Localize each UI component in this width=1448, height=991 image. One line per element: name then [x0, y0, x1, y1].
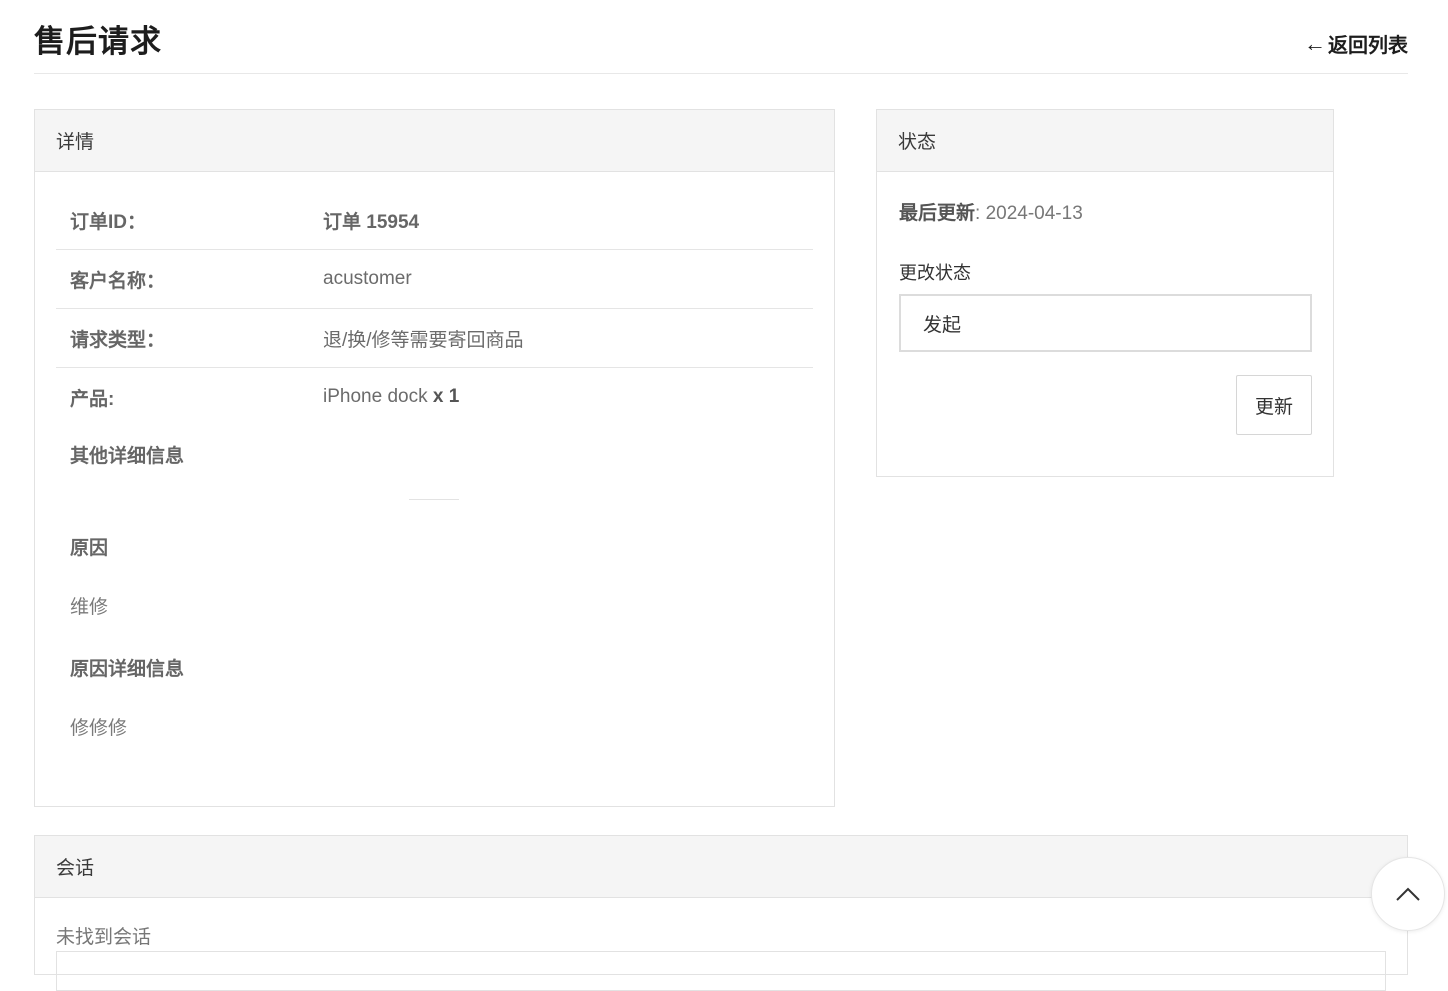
customer-name-value: acustomer [323, 268, 412, 289]
arrow-left-icon: ← [1304, 30, 1326, 56]
details-panel-heading: 详情 [35, 110, 834, 172]
reason-title: 原因 [70, 538, 109, 559]
page-title: 售后请求 [34, 24, 162, 59]
request-type-label: 请求类型： [70, 329, 166, 351]
no-conversation-text: 未找到会话 [56, 927, 152, 948]
status-select[interactable]: 发起 [899, 294, 1312, 352]
other-info-title: 其他详细信息 [70, 446, 185, 467]
reason-detail-title: 原因详细信息 [70, 659, 185, 680]
product-value: iPhone dock x 1 [323, 386, 459, 408]
request-type-value: 退/换/修等需要寄回商品 [323, 329, 524, 351]
product-quantity: x 1 [432, 386, 460, 407]
scroll-to-top-button[interactable] [1371, 857, 1445, 931]
conversation-box [56, 951, 1386, 991]
table-row: 产品: iPhone dock x 1 [56, 368, 813, 426]
reason-value: 维修 [70, 597, 109, 618]
table-row: 请求类型： 退/换/修等需要寄回商品 [56, 309, 813, 368]
last-update-value: : 2024-04-13 [975, 203, 1083, 224]
chevron-up-icon [1396, 887, 1420, 901]
back-to-list-link[interactable]: ← 返回列表 [1304, 29, 1408, 58]
product-name: iPhone dock [323, 386, 428, 407]
status-select-value: 发起 [923, 314, 962, 336]
last-update-label: 最后更新 [899, 203, 976, 224]
update-button[interactable]: 更新 [1236, 375, 1312, 435]
conversation-panel-heading: 会话 [35, 836, 1407, 898]
table-row: 订单ID： 订单 15954 [56, 191, 813, 250]
details-table: 订单ID： 订单 15954 客户名称： acustomer 请求类型： 退/换… [56, 191, 813, 426]
product-label: 产品: [70, 388, 115, 410]
customer-name-label: 客户名称： [70, 270, 166, 292]
order-id-label: 订单ID： [70, 211, 147, 233]
order-id-value: 订单 15954 [323, 211, 420, 233]
status-panel: 状态 最后更新: 2024-04-13 更改状态 发起 更新 [876, 109, 1334, 477]
table-row: 客户名称： acustomer [56, 250, 813, 309]
conversation-panel: 会话 未找到会话 [34, 835, 1408, 991]
last-update: 最后更新: 2024-04-13 [899, 198, 1083, 225]
reason-detail-value: 修修修 [70, 718, 128, 739]
change-status-label: 更改状态 [899, 263, 971, 283]
back-to-list-label: 返回列表 [1328, 35, 1408, 57]
details-panel: 详情 订单ID： 订单 15954 客户名称： acustomer 请求类型： … [34, 109, 835, 807]
header-divider [34, 73, 1408, 74]
status-panel-heading: 状态 [877, 110, 1333, 172]
section-divider [409, 499, 459, 500]
